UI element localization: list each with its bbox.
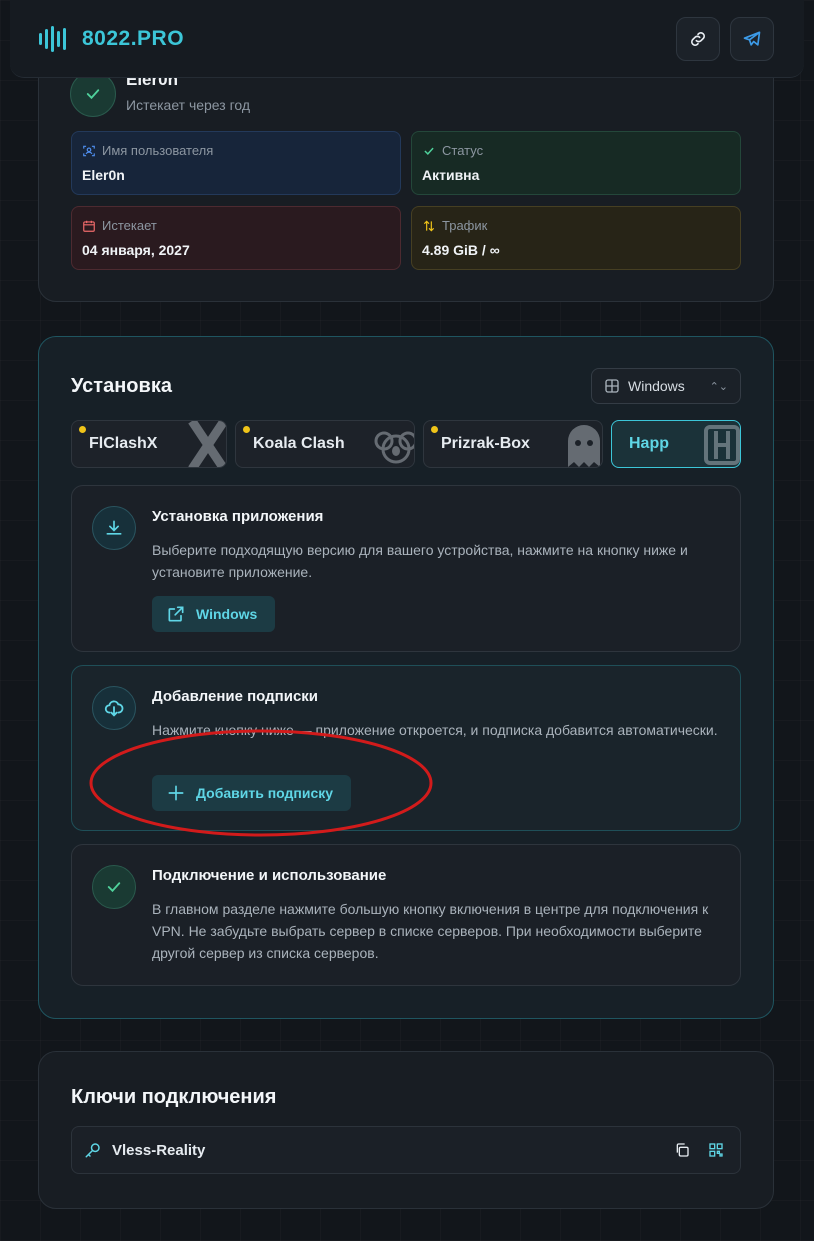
step-text: В главном разделе нажмите большую кнопку… bbox=[152, 901, 709, 961]
brand-name[interactable]: 8022.PRO bbox=[82, 27, 184, 51]
happ-logo-icon bbox=[704, 425, 740, 465]
download-icon bbox=[92, 506, 136, 550]
keys-title: Ключи подключения bbox=[71, 1086, 277, 1108]
traffic-label: Трафик bbox=[442, 218, 488, 233]
step-install-app: Установка приложения Выберите подходящую… bbox=[71, 485, 741, 652]
step-title: Установка приложения bbox=[152, 508, 324, 525]
check-icon bbox=[424, 147, 434, 155]
button-label: Windows bbox=[196, 606, 258, 622]
check-icon bbox=[92, 865, 136, 909]
username-label: Имя пользователя bbox=[102, 143, 214, 158]
link-button[interactable] bbox=[676, 17, 720, 61]
flclashx-logo-icon bbox=[188, 421, 226, 467]
qr-code-icon[interactable] bbox=[708, 1142, 724, 1158]
download-windows-button[interactable]: Windows bbox=[152, 596, 276, 632]
install-title: Установка bbox=[71, 375, 172, 397]
external-link-icon bbox=[168, 606, 184, 622]
expires-field: Истекает 04 января, 2027 bbox=[71, 206, 401, 270]
koala-logo-icon bbox=[374, 431, 414, 464]
recommended-dot bbox=[79, 426, 86, 433]
app-tab-label: Happ bbox=[629, 435, 669, 452]
platform-select[interactable]: Windows ⌃⌄ bbox=[591, 368, 741, 404]
app-tab-prizrak-box[interactable]: Prizrak-Box bbox=[423, 420, 603, 468]
expires-label: Истекает bbox=[102, 218, 157, 233]
step-connect: Подключение и использование В главном ра… bbox=[71, 844, 741, 986]
app-tab-label: Koala Clash bbox=[253, 435, 345, 452]
cloud-download-icon bbox=[92, 686, 136, 730]
top-header: 8022.PRO bbox=[10, 0, 804, 78]
status-label: Статус bbox=[442, 143, 484, 158]
app-tab-flclashx[interactable]: FlClashX bbox=[71, 420, 227, 468]
app-tab-happ[interactable]: Happ bbox=[611, 420, 741, 468]
telegram-icon bbox=[743, 31, 761, 46]
copy-icon[interactable] bbox=[674, 1142, 690, 1158]
app-tab-koala-clash[interactable]: Koala Clash bbox=[235, 420, 415, 468]
plus-icon bbox=[168, 785, 184, 801]
link-icon bbox=[691, 32, 705, 46]
platform-select-value: Windows bbox=[628, 378, 685, 394]
user-scan-icon bbox=[83, 145, 95, 156]
profile-expiry-note: Истекает через год bbox=[126, 97, 251, 113]
expires-value: 04 января, 2027 bbox=[82, 242, 190, 258]
app-tab-label: Prizrak-Box bbox=[441, 435, 530, 452]
chevron-updown-icon: ⌃⌄ bbox=[709, 380, 728, 393]
traffic-field: Трафик 4.89 GiB / ∞ bbox=[411, 206, 741, 270]
step-title: Добавление подписки bbox=[152, 688, 319, 705]
traffic-arrows-icon bbox=[423, 220, 435, 231]
step-add-subscription: Добавление подписки Нажмите кнопку ниже … bbox=[71, 665, 741, 831]
telegram-button[interactable] bbox=[730, 17, 774, 61]
app-tab-label: FlClashX bbox=[89, 435, 158, 452]
status-field: Статус Активна bbox=[411, 131, 741, 195]
logo-icon bbox=[39, 26, 69, 52]
recommended-dot bbox=[243, 426, 250, 433]
recommended-dot bbox=[431, 426, 438, 433]
username-value: Eler0n bbox=[82, 167, 125, 183]
step-title: Подключение и использование bbox=[152, 867, 387, 884]
calendar-icon bbox=[83, 220, 95, 232]
key-row[interactable]: Vless-Reality bbox=[71, 1126, 741, 1174]
add-subscription-button[interactable]: Добавить подписку bbox=[152, 775, 352, 811]
step-text: Выберите подходящую версию для вашего ус… bbox=[152, 542, 688, 580]
ghost-logo-icon bbox=[568, 425, 600, 467]
traffic-value: 4.89 GiB / ∞ bbox=[422, 242, 500, 258]
key-label: Vless-Reality bbox=[112, 1141, 206, 1159]
key-icon bbox=[85, 1143, 100, 1158]
windows-icon bbox=[605, 379, 619, 393]
username-field: Имя пользователя Eler0n bbox=[71, 131, 401, 195]
step-text: Нажмите кнопку ниже — приложение откроет… bbox=[152, 722, 718, 738]
status-value: Активна bbox=[422, 167, 480, 183]
button-label: Добавить подписку bbox=[196, 785, 334, 801]
